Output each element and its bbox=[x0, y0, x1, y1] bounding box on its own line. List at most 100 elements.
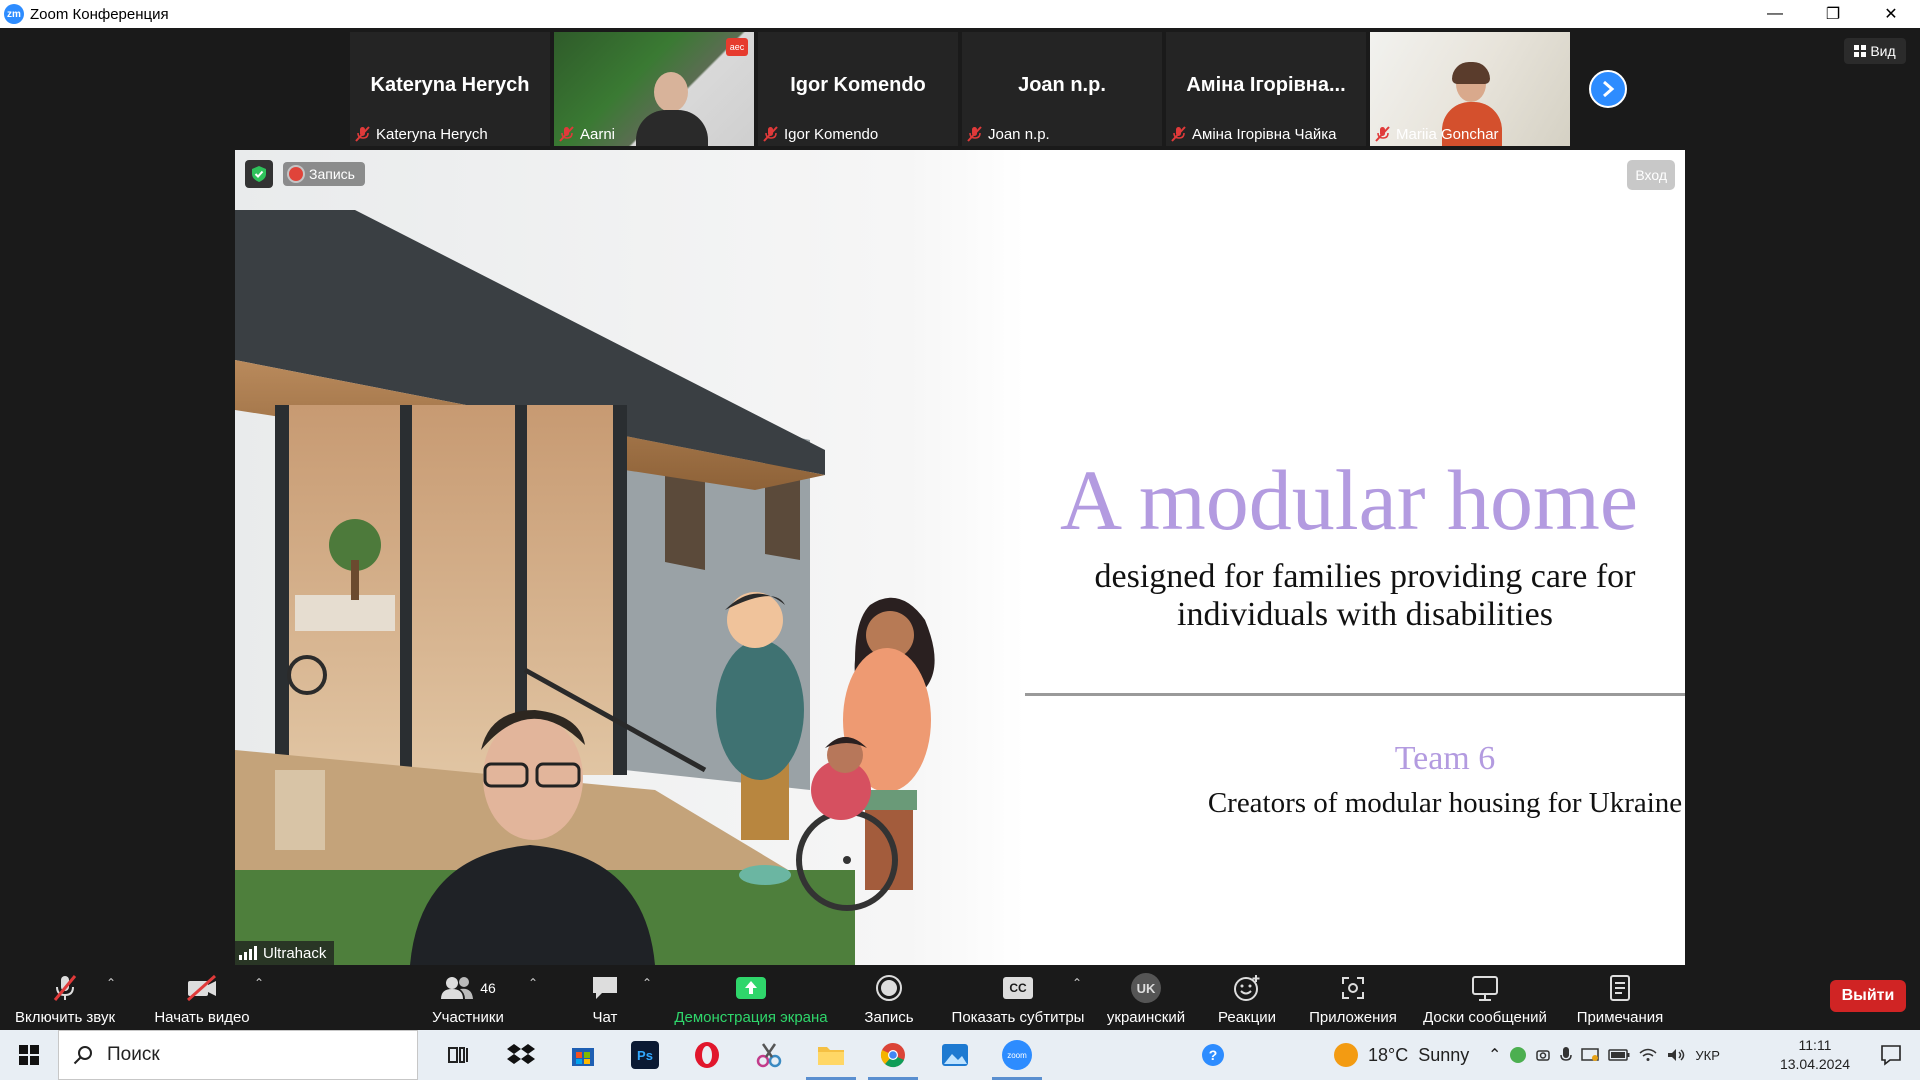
microphone-icon[interactable] bbox=[1560, 1046, 1573, 1064]
notes-button[interactable]: Примечания bbox=[1570, 966, 1670, 1030]
taskbar-clock[interactable]: 11:11 13.04.2024 bbox=[1770, 1036, 1860, 1074]
window-controls: — ❐ ✕ bbox=[1746, 0, 1920, 28]
team-subtitle: Creators of modular housing for Ukraine bbox=[1207, 787, 1683, 819]
close-button[interactable]: ✕ bbox=[1862, 0, 1920, 28]
taskbar-search-box[interactable]: Поиск bbox=[58, 1030, 418, 1080]
share-screen-icon bbox=[736, 977, 766, 999]
closed-captions-icon: CC bbox=[1003, 977, 1033, 999]
chat-button[interactable]: Чат bbox=[575, 966, 635, 1030]
audio-options-chevron-up-icon[interactable]: ⌃ bbox=[106, 976, 116, 990]
task-view-icon bbox=[448, 1047, 468, 1063]
tray-app-icon[interactable] bbox=[1510, 1047, 1527, 1063]
taskbar-app-photos[interactable] bbox=[924, 1030, 986, 1080]
minimize-button[interactable]: — bbox=[1746, 0, 1804, 28]
tray-expand-chevron-up-icon[interactable]: ⌃ bbox=[1488, 1045, 1501, 1065]
taskbar-app-dropbox[interactable] bbox=[490, 1030, 552, 1080]
network-warning-icon[interactable] bbox=[1581, 1047, 1600, 1063]
enter-button[interactable]: Вход bbox=[1627, 160, 1675, 190]
video-off-icon bbox=[187, 974, 216, 1002]
shared-screen[interactable]: Запись Вход A modular home designed for … bbox=[235, 150, 1685, 965]
zoom-icon: zoom bbox=[1002, 1040, 1032, 1070]
taskbar-app-chrome[interactable] bbox=[862, 1030, 924, 1080]
taskbar-app-opera[interactable] bbox=[676, 1030, 738, 1080]
captions-options-chevron-up-icon[interactable]: ⌃ bbox=[1072, 976, 1082, 990]
language-label: украинский bbox=[1106, 1009, 1186, 1026]
participant-tile[interactable]: aec Aarni bbox=[554, 32, 754, 146]
sun-icon bbox=[1334, 1043, 1358, 1067]
chat-options-chevron-up-icon[interactable]: ⌃ bbox=[642, 976, 652, 990]
taskbar-app-snipping[interactable] bbox=[738, 1030, 800, 1080]
whiteboards-label: Доски сообщений bbox=[1423, 1009, 1547, 1026]
aec-badge-icon: aec bbox=[726, 38, 748, 56]
participant-name: Аміна Ігорівна Чайка bbox=[1192, 125, 1337, 143]
apps-button[interactable]: Приложения bbox=[1306, 966, 1400, 1030]
restore-button[interactable]: ❐ bbox=[1804, 0, 1862, 28]
captions-label: Показать субтитры bbox=[951, 1009, 1085, 1026]
whiteboards-button[interactable]: Доски сообщений bbox=[1418, 966, 1552, 1030]
notifications-button[interactable] bbox=[1880, 1044, 1902, 1071]
security-shield-icon[interactable] bbox=[245, 160, 273, 188]
slide-illustration bbox=[235, 150, 1025, 965]
participant-name-label: Igor Komendo bbox=[762, 125, 878, 143]
participant-tile[interactable]: Аміна Ігорівна... Аміна Ігорівна Чайка bbox=[1166, 32, 1366, 146]
chat-icon bbox=[593, 977, 617, 999]
start-button[interactable] bbox=[0, 1030, 58, 1080]
window-title: Zoom Конференция bbox=[30, 5, 169, 23]
grid-icon bbox=[1854, 45, 1867, 57]
share-screen-button[interactable]: Демонстрация экрана bbox=[670, 966, 832, 1030]
chrome-icon bbox=[880, 1043, 905, 1068]
language-button[interactable]: UK украинский bbox=[1100, 966, 1192, 1030]
opera-icon bbox=[695, 1042, 719, 1068]
reactions-label: Реакции bbox=[1218, 1009, 1276, 1026]
share-screen-label: Демонстрация экрана bbox=[674, 1009, 828, 1026]
view-button[interactable]: Вид bbox=[1844, 38, 1906, 64]
participant-video-image bbox=[636, 110, 708, 146]
input-language[interactable]: УКР bbox=[1695, 1048, 1720, 1063]
captions-button[interactable]: CC Показать субтитры bbox=[948, 966, 1088, 1030]
participant-display-name: Joan n.p. bbox=[1018, 74, 1106, 96]
mic-muted-icon bbox=[1171, 126, 1186, 142]
leave-button[interactable]: Выйти bbox=[1830, 980, 1906, 1012]
chevron-right-icon bbox=[1603, 80, 1615, 98]
weather-widget[interactable]: ? 18°C Sunny bbox=[1202, 1030, 1469, 1080]
camera-icon[interactable] bbox=[1535, 1047, 1551, 1063]
battery-icon[interactable] bbox=[1608, 1049, 1630, 1061]
taskbar-app-zoom[interactable]: zoom bbox=[986, 1030, 1048, 1080]
participant-name-label: Mariia Gonchar bbox=[1374, 125, 1499, 143]
record-icon bbox=[876, 975, 902, 1001]
unmute-button[interactable]: Включить звук bbox=[10, 966, 120, 1030]
wifi-icon[interactable] bbox=[1639, 1048, 1657, 1062]
windows-taskbar: Поиск Ps zoom ? 18°C Sunny ⌃ УКР 11:11 1… bbox=[0, 1030, 1920, 1080]
start-video-button[interactable]: Начать видео bbox=[150, 966, 254, 1030]
participant-tile[interactable]: Mariia Gonchar bbox=[1370, 32, 1570, 146]
whiteboard-icon bbox=[1472, 976, 1498, 1001]
record-button[interactable]: Запись bbox=[855, 966, 923, 1030]
reactions-button[interactable]: Реакции bbox=[1212, 966, 1282, 1030]
participant-tile[interactable]: Kateryna Herych Kateryna Herych bbox=[350, 32, 550, 146]
participant-name-label: Aarni bbox=[558, 125, 615, 143]
task-view-button[interactable] bbox=[428, 1030, 490, 1080]
taskbar-app-photoshop[interactable]: Ps bbox=[614, 1030, 676, 1080]
language-badge-icon: UK bbox=[1131, 973, 1161, 1003]
taskbar-app-store[interactable] bbox=[552, 1030, 614, 1080]
record-dot-icon bbox=[289, 167, 303, 181]
taskbar-apps: Ps zoom bbox=[428, 1030, 1048, 1080]
taskbar-app-explorer[interactable] bbox=[800, 1030, 862, 1080]
participant-tile[interactable]: Joan n.p. Joan n.p. bbox=[962, 32, 1162, 146]
apps-label: Приложения bbox=[1309, 1009, 1397, 1026]
recording-indicator[interactable]: Запись bbox=[283, 162, 365, 186]
next-page-button[interactable] bbox=[1589, 70, 1627, 108]
weather-temperature: 18°C bbox=[1368, 1044, 1409, 1065]
store-icon bbox=[572, 1048, 594, 1066]
video-options-chevron-up-icon[interactable]: ⌃ bbox=[254, 976, 264, 990]
volume-icon[interactable] bbox=[1666, 1047, 1686, 1063]
participant-tile[interactable]: Igor Komendo Igor Komendo bbox=[758, 32, 958, 146]
notification-icon bbox=[1881, 1045, 1901, 1066]
notes-label: Примечания bbox=[1576, 1009, 1664, 1026]
participants-options-chevron-up-icon[interactable]: ⌃ bbox=[528, 976, 538, 990]
slide-title: A modular home bbox=[1060, 452, 1639, 548]
unmute-label: Включить звук bbox=[14, 1009, 116, 1026]
participants-button[interactable]: 46 Участники bbox=[425, 966, 511, 1030]
participant-name: Mariia Gonchar bbox=[1396, 125, 1499, 143]
participant-name-label: Joan n.p. bbox=[966, 125, 1050, 143]
